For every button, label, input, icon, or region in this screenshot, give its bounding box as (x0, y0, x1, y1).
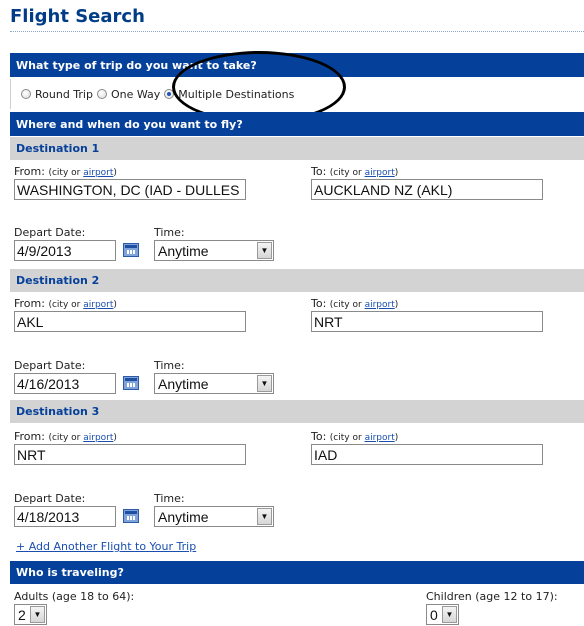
chevron-down-icon[interactable]: ▼ (30, 606, 45, 623)
destination-3-to-label: To: (city or airport) (311, 430, 399, 443)
destination-3-from-input[interactable]: NRT (14, 444, 246, 465)
children-label: Children (age 12 to 17): (426, 590, 558, 603)
destination-3-from-label: From: (city or airport) (14, 430, 117, 443)
destination-2-from-label: From: (city or airport) (14, 297, 117, 310)
destination-2-to-input[interactable]: NRT (311, 311, 543, 332)
destination-3-time-value: Anytime (158, 508, 209, 525)
destination-1-header: Destination 1 (10, 137, 584, 160)
airport-link[interactable]: airport (83, 300, 113, 310)
destination-1-from-label: From: (city or airport) (14, 165, 117, 178)
airport-link[interactable]: airport (365, 433, 395, 443)
destination-3-time-label: Time: (154, 492, 185, 505)
trip-type-header: What type of trip do you want to take? (10, 53, 584, 77)
multiple-destinations-label[interactable]: Multiple Destinations (178, 88, 294, 101)
destination-2-depart-input[interactable]: 4/16/2013 (14, 373, 116, 394)
destination-1-to-label: To: (city or airport) (311, 165, 399, 178)
destination-1-depart-input[interactable]: 4/9/2013 (14, 240, 116, 261)
calendar-icon[interactable] (123, 509, 139, 523)
airport-link[interactable]: airport (83, 168, 113, 178)
destination-2-time-value: Anytime (158, 375, 209, 392)
calendar-icon[interactable] (123, 243, 139, 257)
one-way-label[interactable]: One Way (111, 88, 160, 101)
destination-3-heading: Destination 3 (16, 405, 100, 418)
destination-2-heading: Destination 2 (16, 274, 100, 287)
calendar-icon[interactable] (123, 376, 139, 390)
destination-3-to-input[interactable]: IAD (311, 444, 543, 465)
children-value: 0 (430, 606, 438, 623)
destination-3-time-select[interactable]: Anytime ▼ (154, 506, 274, 527)
round-trip-label[interactable]: Round Trip (35, 88, 93, 101)
title-divider (10, 31, 584, 32)
destination-2-to-label: To: (city or airport) (311, 297, 399, 310)
destination-3-depart-input[interactable]: 4/18/2013 (14, 506, 116, 527)
travelers-header: Who is traveling? (10, 561, 584, 584)
travelers-heading: Who is traveling? (16, 566, 124, 579)
destination-1-to-input[interactable]: AUCKLAND NZ (AKL) (311, 179, 543, 200)
round-trip-option[interactable]: Round Trip (21, 88, 93, 101)
destination-2-time-label: Time: (154, 359, 185, 372)
trip-type-options: Round Trip One Way Multiple Destinations (10, 79, 584, 109)
airport-link[interactable]: airport (365, 168, 395, 178)
destination-3-header: Destination 3 (10, 400, 584, 423)
adults-select[interactable]: 2 ▼ (14, 604, 47, 625)
where-when-heading: Where and when do you want to fly? (16, 117, 243, 131)
destination-2-from-input[interactable]: AKL (14, 311, 246, 332)
children-select[interactable]: 0 ▼ (426, 604, 459, 625)
destination-2-time-select[interactable]: Anytime ▼ (154, 373, 274, 394)
destination-2-depart-label: Depart Date: (14, 359, 86, 372)
one-way-option[interactable]: One Way (96, 88, 160, 101)
destination-1-time-label: Time: (154, 226, 185, 239)
multiple-destinations-radio[interactable] (164, 89, 175, 99)
destination-1-heading: Destination 1 (16, 142, 100, 155)
destination-2-header: Destination 2 (10, 269, 584, 292)
adults-value: 2 (18, 606, 26, 623)
round-trip-radio[interactable] (21, 89, 31, 99)
destination-3-depart-label: Depart Date: (14, 492, 86, 505)
page-title: Flight Search (10, 6, 145, 27)
add-flight-link[interactable]: + Add Another Flight to Your Trip (16, 540, 196, 553)
chevron-down-icon[interactable]: ▼ (257, 242, 272, 259)
destination-1-from-input[interactable]: WASHINGTON, DC (IAD - DULLES (14, 179, 246, 200)
airport-link[interactable]: airport (365, 300, 395, 310)
multiple-destinations-option[interactable]: Multiple Destinations (164, 88, 294, 101)
adults-label: Adults (age 18 to 64): (14, 590, 135, 603)
destination-1-depart-label: Depart Date: (14, 226, 86, 239)
where-when-header: Where and when do you want to fly? (10, 112, 584, 136)
trip-type-question: What type of trip do you want to take? (16, 58, 257, 72)
one-way-radio[interactable] (96, 89, 107, 99)
destination-1-time-select[interactable]: Anytime ▼ (154, 240, 274, 261)
destination-1-time-value: Anytime (158, 242, 209, 259)
chevron-down-icon[interactable]: ▼ (442, 606, 457, 623)
chevron-down-icon[interactable]: ▼ (257, 508, 272, 525)
airport-link[interactable]: airport (83, 433, 113, 443)
chevron-down-icon[interactable]: ▼ (257, 375, 272, 392)
